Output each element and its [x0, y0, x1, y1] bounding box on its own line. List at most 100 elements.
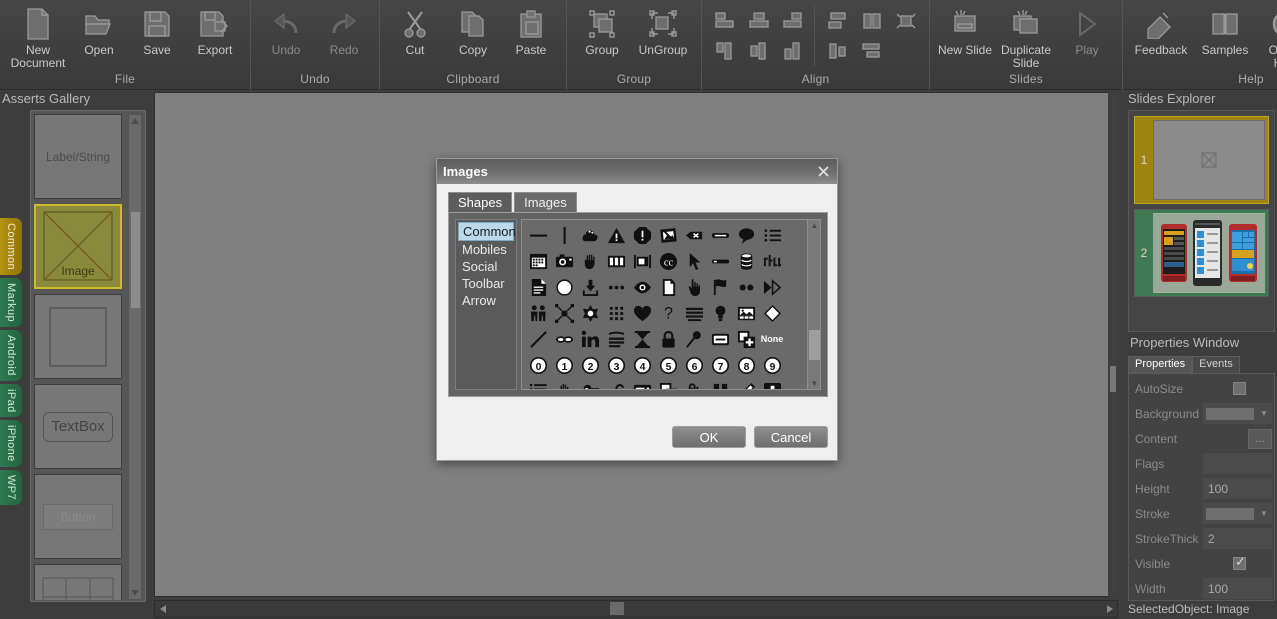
align-top-icon[interactable] [712, 40, 738, 62]
warning-triangle-icon[interactable] [603, 222, 629, 248]
new-slide-button[interactable]: New Slide [936, 4, 994, 57]
none-label[interactable]: None [759, 326, 785, 352]
cut-button[interactable]: Cut [386, 4, 444, 57]
hscroll-track[interactable] [170, 601, 1102, 617]
visible-checkbox[interactable] [1233, 554, 1246, 570]
diagonal-line-icon[interactable] [525, 326, 551, 352]
ellipsis-icon[interactable] [603, 274, 629, 300]
number-4-icon[interactable]: 4 [629, 352, 655, 378]
pencil-icon[interactable] [733, 378, 759, 389]
fit-icon[interactable] [893, 10, 919, 32]
dialog-tab-shapes[interactable]: Shapes [448, 192, 513, 212]
slide-thumbnail-1[interactable]: 1 [1134, 116, 1269, 204]
add-copy-icon[interactable] [733, 326, 759, 352]
copy-button[interactable]: Copy [444, 4, 502, 57]
scroll-up-icon[interactable]: ▲ [808, 220, 820, 231]
name-card-icon[interactable] [707, 326, 733, 352]
category-common[interactable]: Common [458, 222, 516, 241]
paste-button[interactable]: Paste [502, 4, 560, 57]
scroll-up-icon[interactable] [129, 115, 141, 127]
platform-tab-common[interactable]: Common [0, 218, 22, 276]
padlock-icon[interactable] [655, 326, 681, 352]
fast-forward-icon[interactable] [759, 274, 785, 300]
property-value[interactable]: 100 [1203, 582, 1228, 596]
shape-grid-scroll-thumb[interactable] [809, 330, 820, 360]
speech-bubble-icon[interactable] [733, 222, 759, 248]
online-help-button[interactable]: ? Online Help [1257, 4, 1277, 70]
database-icon[interactable] [733, 248, 759, 274]
no-photo-icon[interactable] [655, 222, 681, 248]
creative-commons-icon[interactable]: cc [655, 248, 681, 274]
gallery-item-image[interactable]: Image [34, 204, 122, 289]
ok-button[interactable]: OK [672, 426, 746, 448]
gallery-item-label-string[interactable]: Label/String [34, 114, 122, 199]
distribute-h-icon[interactable] [825, 10, 851, 32]
digg-icon[interactable] [759, 248, 785, 274]
vertical-line-icon[interactable] [551, 222, 577, 248]
category-social[interactable]: Social [458, 258, 514, 275]
number-9-icon[interactable]: 9 [759, 352, 785, 378]
exclamation-octagon-icon[interactable] [629, 222, 655, 248]
resize-icon[interactable] [551, 300, 577, 326]
hscroll-thumb[interactable] [610, 602, 624, 615]
align-center-icon[interactable] [746, 10, 772, 32]
align-right-icon[interactable] [780, 10, 806, 32]
stacked-squares-icon[interactable] [655, 378, 681, 389]
horizontal-line-icon[interactable] [525, 222, 551, 248]
autosize-checkbox[interactable] [1233, 382, 1246, 395]
scroll-left-icon[interactable] [155, 601, 170, 617]
bullet-list-icon[interactable] [759, 222, 785, 248]
circle-filled-icon[interactable] [551, 274, 577, 300]
space-v-icon[interactable] [859, 40, 885, 62]
platform-tab-wp7[interactable]: WP7 [0, 470, 22, 506]
flower-icon[interactable] [577, 300, 603, 326]
new-document-button[interactable]: New Document [6, 4, 70, 70]
tab-events[interactable]: Events [1192, 356, 1240, 373]
gallery-item-textbox[interactable]: TextBox [34, 384, 122, 469]
content-ellipsis-button[interactable]: ... [1248, 428, 1272, 449]
linkedin-icon[interactable] [577, 326, 603, 352]
calendar-icon[interactable] [525, 248, 551, 274]
samples-button[interactable]: Samples [1193, 4, 1257, 57]
canvas-horizontal-scrollbar[interactable] [154, 600, 1118, 618]
menu-bars-icon[interactable] [681, 300, 707, 326]
open-button[interactable]: Open [70, 4, 128, 57]
delete-tag-icon[interactable] [681, 222, 707, 248]
shape-grid-scrollbar[interactable]: ▲ ▼ [807, 220, 820, 389]
number-5-icon[interactable]: 5 [655, 352, 681, 378]
gallery-scrollbar[interactable] [128, 114, 142, 600]
number-6-icon[interactable]: 6 [681, 352, 707, 378]
unlock-icon[interactable] [603, 378, 629, 389]
dot-matrix-icon[interactable] [603, 300, 629, 326]
question-mark-icon[interactable]: ? [655, 300, 681, 326]
scroll-down-icon[interactable]: ▼ [808, 378, 820, 389]
chevron-down-icon[interactable]: ▼ [1256, 409, 1272, 418]
group-button[interactable]: Group [573, 4, 631, 57]
document-lines-icon[interactable] [525, 274, 551, 300]
property-value[interactable]: 100 [1203, 482, 1228, 496]
columns-icon[interactable] [603, 248, 629, 274]
ungroup-button[interactable]: UnGroup [631, 4, 695, 57]
diamond-icon[interactable] [759, 300, 785, 326]
play-button[interactable]: Play [1058, 4, 1116, 57]
category-arrow[interactable]: Arrow [458, 292, 514, 309]
gallery-item-button[interactable]: Button [34, 474, 122, 559]
cancel-button[interactable]: Cancel [754, 426, 828, 448]
download-icon[interactable] [577, 274, 603, 300]
pin-icon[interactable] [681, 326, 707, 352]
align-middle-icon[interactable] [746, 40, 772, 62]
export-button[interactable]: Export [186, 4, 244, 57]
number-3-icon[interactable]: 3 [603, 352, 629, 378]
align-bottom-icon[interactable] [780, 40, 806, 62]
category-mobiles[interactable]: Mobiles [458, 241, 514, 258]
key-icon[interactable] [577, 378, 603, 389]
background-color-picker[interactable]: ▼ [1203, 403, 1272, 424]
plus-square-icon[interactable] [759, 378, 785, 389]
chevron-down-icon[interactable]: ▼ [1256, 509, 1272, 518]
property-value[interactable]: 2 [1203, 532, 1215, 546]
list-lines-icon[interactable] [603, 326, 629, 352]
category-toolbar[interactable]: Toolbar [458, 275, 514, 292]
slide-thumbnail-2[interactable]: 2 [1134, 209, 1269, 297]
number-8-icon[interactable]: 8 [733, 352, 759, 378]
page-icon[interactable] [655, 274, 681, 300]
